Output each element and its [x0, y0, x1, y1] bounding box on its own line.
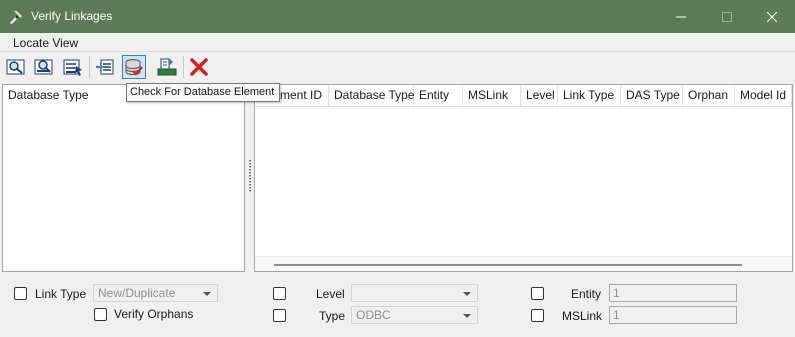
attach-linkage-button[interactable] — [93, 55, 117, 79]
window-title: Verify Linkages — [31, 9, 113, 23]
minimize-button[interactable] — [658, 0, 704, 33]
export-icon — [157, 58, 177, 76]
toolbar-separator — [89, 56, 90, 78]
microstation-app-icon — [8, 9, 24, 25]
check-database-element-icon — [125, 59, 143, 76]
level-label: Level — [316, 287, 345, 301]
level-checkbox[interactable] — [273, 287, 286, 300]
chevron-down-icon — [463, 292, 471, 296]
entity-field[interactable]: 1 — [609, 284, 737, 302]
header-entity[interactable]: Entity — [414, 85, 463, 107]
entity-label: Entity — [571, 287, 602, 301]
zoom-element-button[interactable] — [4, 55, 28, 79]
filter-panel: Link Type New/Duplicate Verify Orphans L… — [0, 272, 795, 337]
toolbar — [0, 53, 795, 82]
mslink-field[interactable]: 1 — [609, 306, 737, 324]
database-type-header: Database Type — [8, 88, 89, 102]
header-model-id[interactable]: Model Id — [735, 85, 792, 107]
link-type-select[interactable]: New/Duplicate — [93, 284, 218, 302]
delete-icon — [190, 58, 208, 76]
header-mslink[interactable]: MSLink — [463, 85, 521, 107]
toolbar-separator — [183, 56, 184, 78]
database-type-list[interactable]: Database Type — [2, 84, 245, 272]
splitter-grip — [249, 160, 251, 192]
check-database-element-button[interactable] — [122, 55, 146, 79]
horizontal-scrollbar[interactable] — [255, 256, 792, 271]
verify-orphans-checkbox[interactable] — [94, 308, 107, 321]
zoom-element-icon — [6, 59, 25, 75]
export-button[interactable] — [155, 55, 179, 79]
link-type-label: Link Type — [35, 287, 87, 301]
menu-locate-view[interactable]: Locate View — [13, 36, 78, 50]
link-type-value: New/Duplicate — [98, 286, 176, 300]
mslink-checkbox[interactable] — [531, 309, 544, 322]
chevron-down-icon — [463, 314, 471, 318]
grid-header-row: ment ID Database Type Entity MSLink Leve… — [255, 85, 792, 107]
verify-orphans-label: Verify Orphans — [114, 307, 194, 321]
entity-checkbox[interactable] — [531, 287, 544, 300]
zoom-fit-button[interactable] — [32, 55, 56, 79]
scrollbar-thumb[interactable] — [274, 264, 742, 266]
header-database-type[interactable]: Database Type — [329, 85, 415, 107]
type-checkbox[interactable] — [273, 309, 286, 322]
pane-splitter[interactable] — [246, 84, 254, 272]
menu-bar: Locate View — [0, 33, 795, 52]
header-das-type[interactable]: DAS Type — [621, 85, 683, 107]
header-element-id[interactable]: ment ID — [275, 85, 329, 107]
attach-linkage-icon — [96, 59, 114, 75]
toolbar-tooltip: Check For Database Element — [126, 83, 280, 102]
title-bar: Verify Linkages — [0, 0, 795, 33]
type-value: ODBC — [356, 308, 391, 322]
maximize-button[interactable] — [704, 0, 750, 33]
chevron-down-icon — [203, 292, 211, 296]
close-button[interactable] — [749, 0, 795, 33]
select-element-icon — [63, 59, 82, 76]
level-select[interactable] — [351, 284, 478, 302]
type-select[interactable]: ODBC — [351, 306, 478, 324]
linkage-grid[interactable]: ment ID Database Type Entity MSLink Leve… — [254, 84, 793, 272]
link-type-checkbox[interactable] — [14, 287, 27, 300]
select-element-button[interactable] — [61, 55, 85, 79]
mslink-label: MSLink — [562, 309, 603, 323]
zoom-fit-icon — [34, 59, 53, 75]
header-level[interactable]: Level — [521, 85, 558, 107]
type-label: Type — [319, 309, 346, 323]
header-link-type[interactable]: Link Type — [558, 85, 621, 107]
header-orphan[interactable]: Orphan — [683, 85, 735, 107]
delete-button[interactable] — [187, 55, 211, 79]
